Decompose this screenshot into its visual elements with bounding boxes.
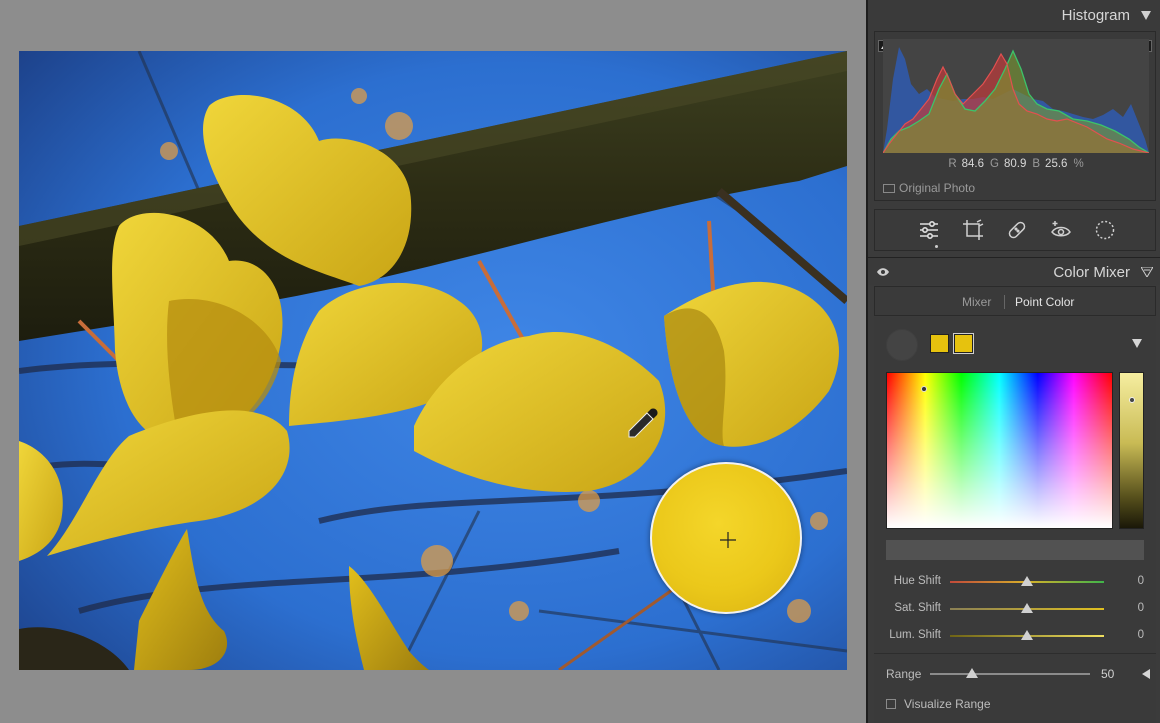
divider — [874, 653, 1156, 654]
original-photo-toggle[interactable]: Original Photo — [883, 181, 975, 195]
develop-panel: Histogram R 84.6 G 80.9 B 25.6% Original Phot… — [866, 0, 1160, 723]
original-photo-icon[interactable] — [883, 183, 895, 193]
crop-icon[interactable] — [961, 218, 985, 242]
unit-label: % — [1073, 158, 1084, 170]
original-photo-label: Original Photo — [899, 181, 976, 195]
g-label: G — [990, 158, 999, 170]
histogram-graph — [883, 39, 1149, 153]
tab-mixer[interactable]: Mixer — [962, 295, 991, 309]
histogram-title: Histogram — [1061, 7, 1130, 24]
color-sample-loupe — [650, 462, 802, 614]
tab-point-color[interactable]: Point Color — [1015, 295, 1074, 309]
crosshair-icon — [720, 532, 736, 548]
sampled-color-bar — [886, 540, 1144, 560]
tool-strip — [874, 209, 1156, 251]
b-value: 25.6 — [1045, 158, 1068, 170]
luminance-strip[interactable] — [1119, 372, 1144, 529]
range-label: Range — [886, 667, 922, 681]
hue-shift-label: Hue Shift — [893, 575, 941, 587]
color-swatch-2[interactable] — [953, 333, 974, 354]
lum-shift-value[interactable]: 0 — [1138, 629, 1144, 641]
range-thumb[interactable] — [966, 668, 978, 678]
sat-shift-label: Sat. Shift — [894, 602, 941, 614]
color-field-marker[interactable] — [921, 386, 927, 392]
sat-shift-value[interactable]: 0 — [1138, 602, 1144, 614]
hue-shift-row: Hue Shift 0 — [874, 573, 1156, 591]
luminance-marker[interactable] — [1129, 397, 1135, 403]
r-label: R — [948, 158, 957, 170]
visualize-range-checkbox[interactable] — [886, 699, 896, 709]
color-swatch-1[interactable] — [930, 334, 949, 353]
photo-preview[interactable] — [19, 51, 847, 670]
color-mixer-tabs: Mixer Point Color — [874, 286, 1156, 316]
histogram-panel: R 84.6 G 80.9 B 25.6% Original Photo — [874, 31, 1156, 201]
visibility-eye-icon[interactable] — [876, 266, 890, 278]
point-color-body: Hue Shift 0 Sat. Shift 0 Lum. Shift 0 Ra… — [874, 317, 1156, 723]
range-track[interactable] — [930, 673, 1090, 675]
range-row: Range 50 — [874, 665, 1156, 683]
rgb-readout: R 84.6 G 80.9 B 25.6% — [875, 158, 1157, 170]
color-mixer-header[interactable]: Color Mixer — [868, 257, 1160, 285]
color-mixer-title: Color Mixer — [1053, 264, 1130, 281]
sat-shift-row: Sat. Shift 0 — [874, 600, 1156, 618]
visualize-range-label: Visualize Range — [904, 697, 991, 711]
histogram-header[interactable]: Histogram — [868, 0, 1160, 30]
photo-canvas[interactable] — [0, 0, 866, 723]
tab-divider — [1004, 295, 1005, 309]
range-value[interactable]: 50 — [1101, 667, 1114, 681]
masking-icon[interactable] — [1093, 218, 1117, 242]
lum-shift-row: Lum. Shift 0 — [874, 627, 1156, 645]
g-value: 80.9 — [1003, 158, 1027, 170]
expand-triangle-icon[interactable] — [1132, 339, 1142, 348]
edit-sliders-icon[interactable] — [917, 218, 941, 242]
hue-shift-thumb[interactable] — [1021, 576, 1033, 586]
b-label: B — [1032, 158, 1041, 170]
lum-shift-thumb[interactable] — [1021, 630, 1033, 640]
sample-color-picker-button[interactable] — [886, 329, 918, 361]
visualize-range-toggle[interactable]: Visualize Range — [886, 697, 991, 711]
sat-shift-thumb[interactable] — [1021, 603, 1033, 613]
eyedropper-cursor-icon — [628, 408, 658, 438]
lum-shift-label: Lum. Shift — [889, 629, 941, 641]
healing-icon[interactable] — [1005, 218, 1029, 242]
active-tool-indicator — [935, 245, 938, 248]
hue-saturation-field[interactable] — [886, 372, 1113, 529]
redeye-icon[interactable] — [1049, 218, 1073, 242]
r-value: 84.6 — [961, 158, 985, 170]
hue-shift-value[interactable]: 0 — [1138, 575, 1144, 587]
collapse-triangle-icon[interactable] — [1141, 11, 1151, 20]
collapse-triangle-icon[interactable] — [1141, 267, 1153, 277]
range-expand-triangle-icon[interactable] — [1142, 669, 1150, 679]
